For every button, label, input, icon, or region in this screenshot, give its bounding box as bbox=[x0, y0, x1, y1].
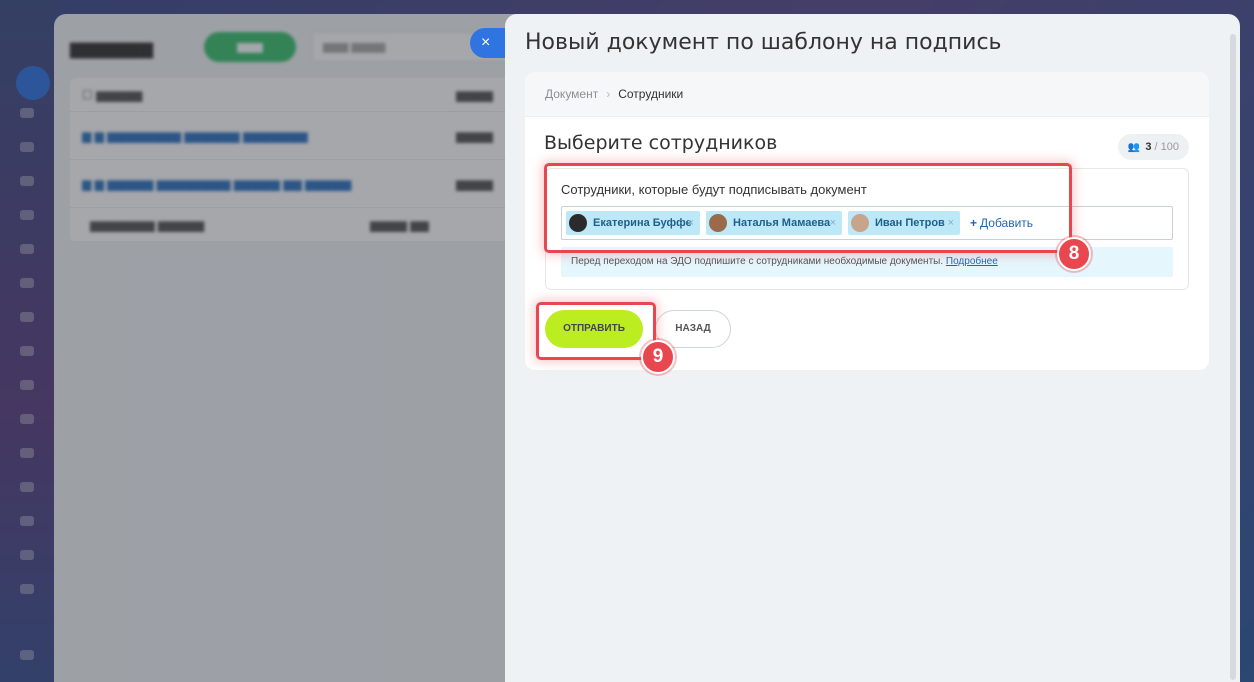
step-badge-9: 9 bbox=[641, 340, 675, 374]
step-badge-8: 8 bbox=[1057, 237, 1091, 271]
nav-icon bbox=[20, 516, 34, 526]
table-row: ☐ ▆▆▆▆▆ ▆▆▆▆ bbox=[70, 78, 524, 112]
info-note-more-link[interactable]: Подробнее bbox=[946, 256, 998, 267]
nav-icon bbox=[20, 176, 34, 186]
background-page: ▆▆▆▆▆▆ ▆▆▆ ▆▆▆ ▆▆▆▆ ☐ ▆▆▆▆▆ ▆▆▆▆ ▆ ▆ ▆▆▆… bbox=[54, 14, 524, 682]
table-row: ▆ ▆ ▆▆▆▆▆ ▆▆▆▆▆▆▆▆ ▆▆▆▆▆ ▆▆ ▆▆▆▆▆ ▆▆▆▆ bbox=[70, 160, 524, 208]
highlight-employees-field bbox=[544, 163, 1072, 253]
nav-icon bbox=[20, 312, 34, 322]
nav-icon bbox=[20, 108, 34, 118]
nav-icon bbox=[20, 584, 34, 594]
breadcrumb-step-employees: Сотрудники bbox=[618, 87, 684, 101]
left-nav-strip bbox=[0, 0, 54, 682]
nav-icon bbox=[20, 380, 34, 390]
close-icon: × bbox=[481, 34, 491, 51]
nav-icon bbox=[20, 448, 34, 458]
slider-title: Новый документ по шаблону на подпись bbox=[525, 30, 1002, 55]
table-row: ▆▆▆▆▆▆▆ ▆▆▆▆▆ ▆▆▆▆ ▆▆ bbox=[70, 208, 524, 242]
info-note-text: Перед переходом на ЭДО подпишите с сотру… bbox=[571, 256, 944, 267]
background-title-blurred: ▆▆▆▆▆▆ bbox=[70, 38, 154, 58]
nav-active-icon bbox=[16, 66, 50, 100]
nav-icon bbox=[20, 346, 34, 356]
nav-icon bbox=[20, 482, 34, 492]
nav-icon bbox=[20, 550, 34, 560]
table-row: ▆ ▆ ▆▆▆▆▆▆▆▆ ▆▆▆▆▆▆ ▆▆▆▆▆▆▆ ▆▆▆▆ bbox=[70, 112, 524, 160]
people-icon: 👥 bbox=[1127, 142, 1141, 153]
background-table: ☐ ▆▆▆▆▆ ▆▆▆▆ ▆ ▆ ▆▆▆▆▆▆▆▆ ▆▆▆▆▆▆ ▆▆▆▆▆▆▆… bbox=[70, 78, 524, 242]
slider-scrollbar[interactable] bbox=[1230, 34, 1236, 680]
breadcrumb-step-document[interactable]: Документ bbox=[545, 87, 598, 101]
highlight-send-button bbox=[536, 302, 656, 360]
background-create-button-blurred: ▆▆▆ bbox=[204, 32, 296, 62]
close-slider-button[interactable]: × bbox=[470, 28, 510, 58]
chevron-right-icon: › bbox=[606, 87, 611, 101]
section-title: Выберите сотрудников bbox=[544, 132, 778, 154]
employee-counter-badge: 👥 3 / 100 bbox=[1117, 134, 1189, 160]
nav-icon bbox=[20, 278, 34, 288]
counter-max: 100 bbox=[1160, 141, 1179, 153]
nav-icon bbox=[20, 414, 34, 424]
nav-icon bbox=[20, 244, 34, 254]
breadcrumb: Документ › Сотрудники bbox=[525, 72, 1209, 117]
nav-icon bbox=[20, 142, 34, 152]
nav-icon bbox=[20, 650, 34, 660]
nav-icon bbox=[20, 210, 34, 220]
